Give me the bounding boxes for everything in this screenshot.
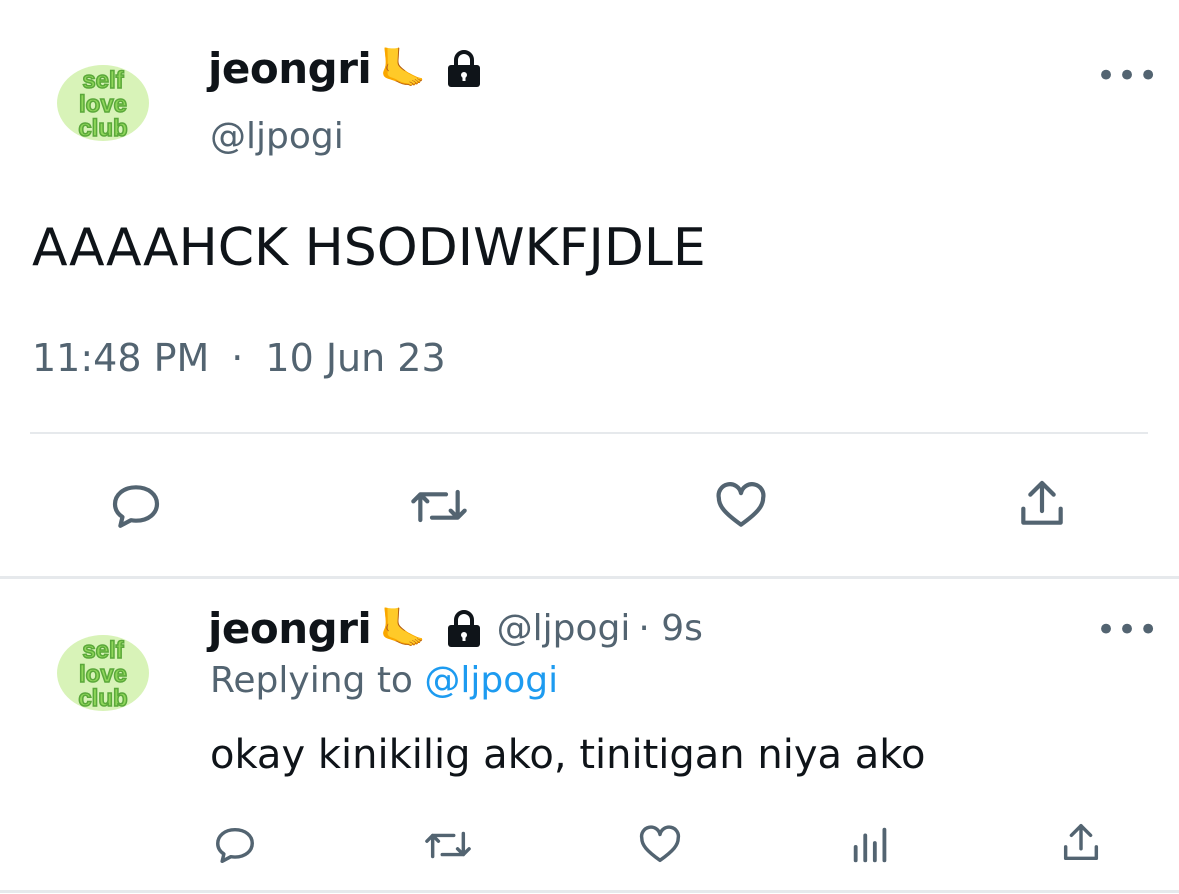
avatar-text-1: self [82, 67, 124, 94]
lock-icon [445, 49, 483, 89]
reply-age[interactable]: · 9s [638, 608, 703, 649]
tweet-time[interactable]: 11:48 PM [32, 336, 209, 380]
reply-icon[interactable] [108, 478, 164, 534]
reply-text: okay kinikilig ako, tinitigan niya ako [210, 732, 926, 778]
share-icon[interactable] [1058, 820, 1104, 866]
replying-to-label: Replying to [210, 660, 413, 701]
section-divider [0, 576, 1179, 579]
display-name[interactable]: jeongri [208, 44, 372, 93]
reply-display-name[interactable]: jeongri [208, 604, 372, 653]
avatar[interactable]: self love club [44, 44, 162, 162]
tweet-timestamp: 11:48 PM · 10 Jun 23 [32, 336, 446, 380]
reply-author-row: jeongri 🦶 @ljpogi · 9s [208, 604, 703, 653]
more-options-icon[interactable]: ••• [1096, 56, 1159, 96]
foot-emoji: 🦶 [379, 606, 427, 650]
reply-icon[interactable] [212, 822, 258, 868]
reply-avatar[interactable]: self love club [44, 614, 162, 732]
author-name-row: jeongri 🦶 [208, 44, 483, 93]
retweet-icon[interactable] [408, 478, 470, 534]
avatar-text-3: club [78, 115, 127, 142]
avatar-logo: self love club [57, 65, 149, 143]
like-icon[interactable] [712, 478, 770, 534]
replying-to-handle[interactable]: @ljpogi [424, 660, 558, 701]
reply-author-handle[interactable]: @ljpogi [497, 608, 631, 649]
avatar-text-2: love [79, 91, 127, 118]
replying-to-line: Replying to @ljpogi [210, 660, 558, 701]
tweet-text: AAAAHCK HSODIWKFJDLE [32, 218, 706, 278]
reply-more-options-icon[interactable]: ••• [1096, 610, 1159, 650]
avatar-text-3: club [78, 685, 127, 712]
foot-emoji: 🦶 [379, 46, 427, 90]
timestamp-separator: · [231, 336, 244, 380]
divider [30, 432, 1148, 434]
avatar-text-2: love [79, 661, 127, 688]
retweet-icon[interactable] [422, 822, 474, 868]
author-handle[interactable]: @ljpogi [210, 116, 344, 157]
views-icon[interactable] [848, 822, 894, 868]
lock-icon [445, 609, 483, 649]
bottom-divider [0, 890, 1179, 893]
tweet-date[interactable]: 10 Jun 23 [265, 336, 445, 380]
avatar-logo: self love club [57, 635, 149, 713]
avatar-text-1: self [82, 637, 124, 664]
like-icon[interactable] [636, 822, 684, 868]
share-icon[interactable] [1014, 476, 1070, 532]
